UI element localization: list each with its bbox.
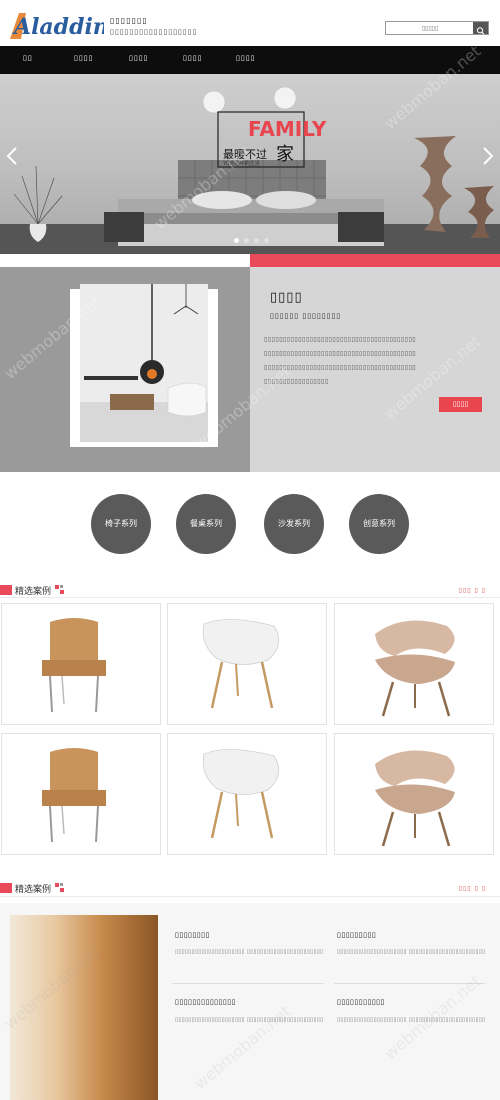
product-image-spiral-chair	[375, 750, 455, 847]
product-card[interactable]	[167, 603, 327, 725]
section-decoration-icon	[55, 883, 64, 892]
news-item-title[interactable]: ▯▯▯▯▯▯▯▯▯▯▯	[337, 998, 385, 1006]
product-card[interactable]	[1, 733, 161, 855]
hero-banner: FAMILY 最暖不过 家 YO你心中的生活	[0, 74, 500, 254]
search-icon	[476, 27, 485, 35]
accent-strip	[250, 254, 500, 267]
nav-item-5[interactable]: ▯▯▯▯	[236, 54, 255, 62]
products-more-link[interactable]: ▯▯▯ ▯ ▯	[459, 587, 486, 594]
category-creative[interactable]: 创意系列	[349, 494, 409, 554]
chevron-right-icon	[483, 147, 494, 165]
product-image-white-chair	[202, 749, 280, 839]
news-item-summary: ▯▯▯▯▯▯▯▯▯▯▯▯▯▯▯▯▯▯▯▯▯ ▯▯▯▯▯▯▯▯▯▯▯▯▯▯▯▯▯▯…	[337, 1017, 486, 1023]
product-card[interactable]	[1, 603, 161, 725]
site-header: Aladdin ▯▯▯▯▯▯▯ ▯▯▯▯▯▯▯▯▯▯▯▯▯▯▯▯▯▯	[0, 0, 500, 46]
banner-big-text: FAMILY	[248, 117, 327, 141]
nav-item-2[interactable]: ▯▯▯▯	[74, 54, 93, 62]
news-divider	[334, 983, 486, 984]
search-input[interactable]	[386, 22, 474, 34]
news-item-title[interactable]: ▯▯▯▯▯▯▯▯	[175, 931, 210, 939]
about-more-button[interactable]: ▯▯▯▯	[439, 397, 482, 412]
product-card[interactable]	[334, 733, 494, 855]
hero-illustration: FAMILY 最暖不过 家 YO你心中的生活	[0, 86, 500, 254]
news-item-title[interactable]: ▯▯▯▯▯▯▯▯▯	[337, 931, 376, 939]
about-subtitle: ▯▯▯▯▯▯ ▯▯▯▯▯▯▯▯	[270, 312, 342, 320]
slide-dot-2[interactable]	[244, 238, 249, 243]
chevron-left-icon	[6, 147, 17, 165]
header-tagline: ▯▯▯▯▯▯▯	[110, 16, 148, 25]
nav-item-4[interactable]: ▯▯▯▯	[183, 54, 202, 62]
product-image-leather-chair	[42, 748, 106, 843]
about-title: ▯▯▯▯	[270, 290, 303, 305]
search-box	[385, 21, 489, 35]
section-marker	[0, 585, 12, 595]
category-dining-tables[interactable]: 餐桌系列	[176, 494, 236, 554]
products-section-title: 精选案例	[15, 587, 52, 597]
svg-text:Aladdin: Aladdin	[12, 14, 104, 40]
news-more-link[interactable]: ▯▯▯ ▯ ▯	[459, 885, 486, 892]
section-divider	[0, 896, 500, 897]
news-section-title: 精选案例	[15, 885, 52, 895]
slide-dot-1[interactable]	[234, 238, 239, 243]
section-decoration-icon	[55, 585, 64, 594]
product-card[interactable]	[334, 603, 494, 725]
news-divider	[172, 983, 324, 984]
about-body-line: ▯▯▯▯▯▯▯▯▯▯▯▯▯▯▯▯▯	[264, 378, 329, 385]
about-image-panel	[0, 267, 250, 472]
banner-line-1: 最暖不过	[223, 148, 267, 161]
category-sofas[interactable]: 沙发系列	[264, 494, 324, 554]
nav-item-3[interactable]: ▯▯▯▯	[129, 54, 148, 62]
about-body-line: ▯▯▯▯▯▯▯▯▯▯▯▯▯▯▯▯▯▯▯▯▯▯▯▯▯▯▯▯▯▯▯▯▯▯▯▯▯▯▯▯	[264, 364, 417, 371]
slide-dots	[234, 238, 274, 244]
news-item-summary: ▯▯▯▯▯▯▯▯▯▯▯▯▯▯▯▯▯▯▯▯▯ ▯▯▯▯▯▯▯▯▯▯▯▯▯▯▯▯▯▯…	[337, 949, 486, 955]
news-item-title[interactable]: ▯▯▯▯▯▯▯▯▯▯▯▯▯▯	[175, 998, 236, 1006]
section-divider	[0, 597, 500, 598]
news-item-summary: ▯▯▯▯▯▯▯▯▯▯▯▯▯▯▯▯▯▯▯▯▯ ▯▯▯▯▯▯▯▯▯▯▯▯▯▯▯▯▯▯…	[175, 949, 324, 955]
news-item-summary: ▯▯▯▯▯▯▯▯▯▯▯▯▯▯▯▯▯▯▯▯▯ ▯▯▯▯▯▯▯▯▯▯▯▯▯▯▯▯▯▯…	[175, 1017, 324, 1023]
nav-item-home[interactable]: ▯▯	[23, 54, 33, 62]
main-nav: ▯▯ ▯▯▯▯ ▯▯▯▯ ▯▯▯▯ ▯▯▯▯	[0, 46, 500, 74]
about-photo	[80, 284, 208, 442]
next-slide-button[interactable]	[481, 146, 495, 166]
about-body-line: ▯▯▯▯▯▯▯▯▯▯▯▯▯▯▯▯▯▯▯▯▯▯▯▯▯▯▯▯▯▯▯▯▯▯▯▯▯▯▯▯	[264, 336, 417, 343]
header-subtagline: ▯▯▯▯▯▯▯▯▯▯▯▯▯▯▯▯▯▯	[110, 28, 198, 36]
banner-line-2: 家	[276, 144, 294, 165]
slide-dot-3[interactable]	[254, 238, 259, 243]
product-image-spiral-chair	[375, 620, 455, 717]
banner-line-3: YO你心中的生活	[222, 160, 260, 167]
prev-slide-button[interactable]	[5, 146, 19, 166]
product-image-white-chair	[202, 619, 280, 709]
about-body-line: ▯▯▯▯▯▯▯▯▯▯▯▯▯▯▯▯▯▯▯▯▯▯▯▯▯▯▯▯▯▯▯▯▯▯▯▯▯▯▯▯	[264, 350, 417, 357]
slide-dot-4[interactable]	[264, 238, 269, 243]
search-button[interactable]	[473, 22, 488, 35]
product-image-leather-chair	[42, 618, 106, 713]
product-card[interactable]	[167, 733, 327, 855]
news-feature-image[interactable]	[10, 915, 158, 1100]
category-chairs[interactable]: 椅子系列	[91, 494, 151, 554]
about-body: ▯▯▯▯▯▯▯▯▯▯▯▯▯▯▯▯▯▯▯▯▯▯▯▯▯▯▯▯▯▯▯▯▯▯▯▯▯▯▯▯…	[264, 333, 486, 389]
section-marker	[0, 883, 12, 893]
site-logo[interactable]: Aladdin	[8, 10, 104, 40]
